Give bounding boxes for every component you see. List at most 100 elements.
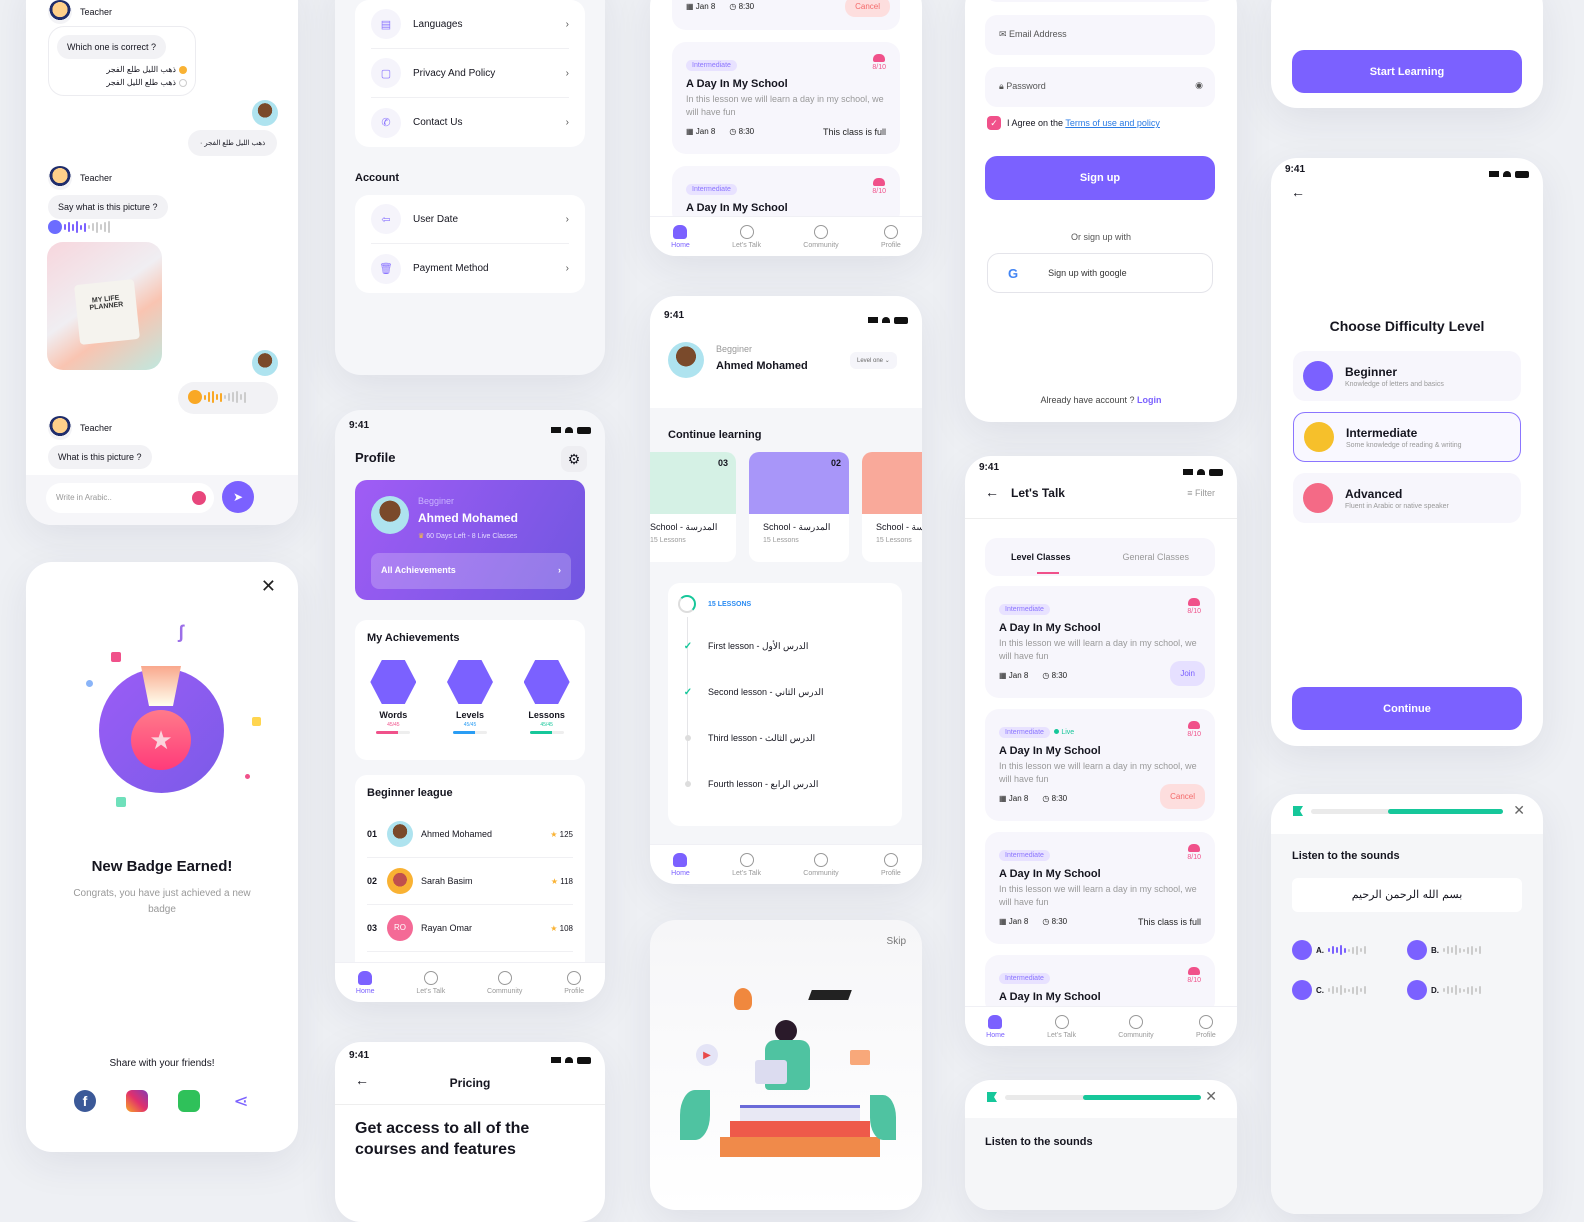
settings-item-contact[interactable]: ✆ Contact Us › [371,98,569,147]
cancel-button[interactable]: Cancel [845,0,890,17]
group-icon [873,178,886,186]
cancel-button[interactable]: Cancel [1160,784,1205,809]
email-field[interactable]: ✉ Email Address [985,15,1215,55]
instagram-icon[interactable] [126,1090,148,1112]
close-icon[interactable]: ✕ [1513,802,1525,819]
course-card[interactable]: 01School - المدرسة15 Lessons [862,452,922,562]
speaker-icon[interactable] [1407,980,1427,1000]
back-arrow-icon[interactable]: ← [1291,184,1305,200]
signup-button[interactable]: Sign up [985,156,1215,200]
tab-profile[interactable]: Profile [881,852,901,877]
settings-item-privacy[interactable]: ▢ Privacy And Policy › [371,49,569,98]
agree-checkbox[interactable]: ✓ [987,116,1001,130]
back-arrow-icon[interactable]: ← [985,484,999,500]
clock-icon: ◷ 8:30 [1042,671,1068,680]
account-item-user-data[interactable]: ⇦ User Date › [371,195,569,244]
filter-button[interactable]: ≡ Filter [1187,488,1215,498]
tab-profile[interactable]: Profile [1196,1014,1216,1039]
clock-icon: ◷ 8:30 [1042,917,1068,926]
level-option-intermediate[interactable]: Intermediate Some knowledge of reading & … [1293,412,1521,462]
lesson-item[interactable]: Fourth lesson - الدرس الرابع [680,761,892,807]
sound-option[interactable]: D. [1407,980,1522,1000]
league-row[interactable]: 02 Sarah Basim ★ 118 [367,858,573,905]
all-achievements-button[interactable]: All Achievements › [371,553,571,589]
tab-lets-talk[interactable]: Let's Talk [1047,1014,1076,1039]
password-field[interactable]: 🔒︎ Password ◉ [985,67,1215,107]
league-row[interactable]: 03 RO Rayan Omar ★ 108 [367,905,573,952]
tab-level-classes[interactable]: Level Classes [1011,552,1071,562]
lets-talk-icon [423,970,438,985]
sound-option[interactable]: B. [1407,940,1522,960]
home-icon [673,224,688,239]
level-option-advanced[interactable]: Advanced Fluent in Arabic or native speak… [1293,473,1521,523]
tab-home[interactable]: Home [986,1014,1005,1039]
course-card[interactable]: 02 School - المدرسة 15 Lessons [749,452,849,562]
speaker-icon[interactable] [48,220,62,234]
account-item-payment[interactable]: 🗑 Payment Method › [371,244,569,293]
tab-profile[interactable]: Profile [564,970,584,995]
lesson-item[interactable]: ✓ First lesson - الدرس الأول [680,623,892,669]
books-stack [740,1105,860,1121]
achievement-words[interactable]: Words 45/45 [363,660,423,734]
send-button[interactable]: ➤ [222,481,254,513]
tab-home[interactable]: Home [671,852,690,877]
class-title: A Day In My School [999,991,1101,1003]
planner-image[interactable]: MY LIFE PLANNER [47,242,162,370]
tab-lets-talk[interactable]: Let's Talk [732,224,761,249]
facebook-icon[interactable]: f [74,1090,96,1112]
settings-button[interactable]: ⚙ [561,446,587,472]
terms-link[interactable]: Terms of use and policy [1065,118,1160,128]
close-icon[interactable]: ✕ [1205,1088,1217,1105]
teacher-audio[interactable] [48,220,110,234]
level-option-beginner[interactable]: Beginner Knowledge of letters and basics [1293,351,1521,401]
login-link[interactable]: Login [1137,395,1162,405]
achievement-hexagon-icon [523,660,570,704]
course-card[interactable]: 03 School - المدرسة 15 Lessons [650,452,736,562]
tab-community[interactable]: Community [1118,1014,1154,1039]
speaker-icon[interactable] [1292,940,1312,960]
mic-icon[interactable] [192,491,206,505]
speaker-icon[interactable] [1407,940,1427,960]
join-button[interactable]: Join [1170,661,1205,686]
continue-button[interactable]: Continue [1292,687,1522,730]
tab-profile[interactable]: Profile [881,224,901,249]
tab-home[interactable]: Home [671,224,690,249]
settings-item-languages[interactable]: ▤ Languages › [371,0,569,49]
sound-option[interactable]: A. [1292,940,1407,960]
skip-button[interactable]: Skip [887,936,906,947]
sound-option[interactable]: C. [1292,980,1407,1000]
tab-general-classes[interactable]: General Classes [1122,552,1189,562]
achievement-lessons[interactable]: Lessons 45/45 [517,660,577,734]
whatsapp-icon[interactable] [178,1090,200,1112]
user-audio-bubble[interactable] [178,382,278,414]
tab-community[interactable]: Community [487,970,522,995]
quiz-option-1[interactable]: ذهب الليل طلع الفجر [57,65,187,74]
tab-lets-talk[interactable]: Let's Talk [416,970,445,995]
close-icon[interactable]: ✕ [261,576,276,597]
start-learning-button[interactable]: Start Learning [1292,50,1522,93]
tab-home[interactable]: Home [356,970,375,995]
tab-community[interactable]: Community [803,224,839,249]
speaker-icon[interactable] [188,390,202,404]
calendar-icon: ▦ Jan 8 [686,2,716,11]
google-signup-button[interactable]: G Sign up with google [987,253,1213,293]
tab-lets-talk[interactable]: Let's Talk [732,852,761,877]
lesson-item[interactable]: ✓ Second lesson - الدرس الثاني [680,669,892,715]
level-select[interactable]: Level one ⌄ [850,352,897,369]
eye-icon[interactable]: ◉ [1195,80,1203,91]
pricing-screen: 9:41 ← Pricing Get access to all of the … [335,1042,605,1222]
message-input[interactable]: Write in Arabic.. [46,483,214,513]
profile-card: Begginer Ahmed Mohamed ♛ 60 Days Left - … [355,480,585,600]
lessons-count: 15 LESSONS [708,601,752,608]
lesson-item[interactable]: Third lesson - الدرس الثالث [680,715,892,761]
share-icon[interactable]: ⋖ [230,1090,252,1112]
league-points: ★ 118 [550,876,573,886]
status-time: 9:41 [664,310,685,321]
achievement-levels[interactable]: Levels 45/45 [440,660,500,734]
league-row[interactable]: 01 Ahmed Mohamed ★ 125 [367,811,573,858]
quiz-option-2[interactable]: ذهب طلع الليل الفجر [57,78,187,87]
speaker-icon[interactable] [1292,980,1312,1000]
tab-community[interactable]: Community [803,852,839,877]
class-desc: In this lesson we will learn a day in my… [999,884,1197,907]
profile-name: Ahmed Mohamed [418,511,519,525]
